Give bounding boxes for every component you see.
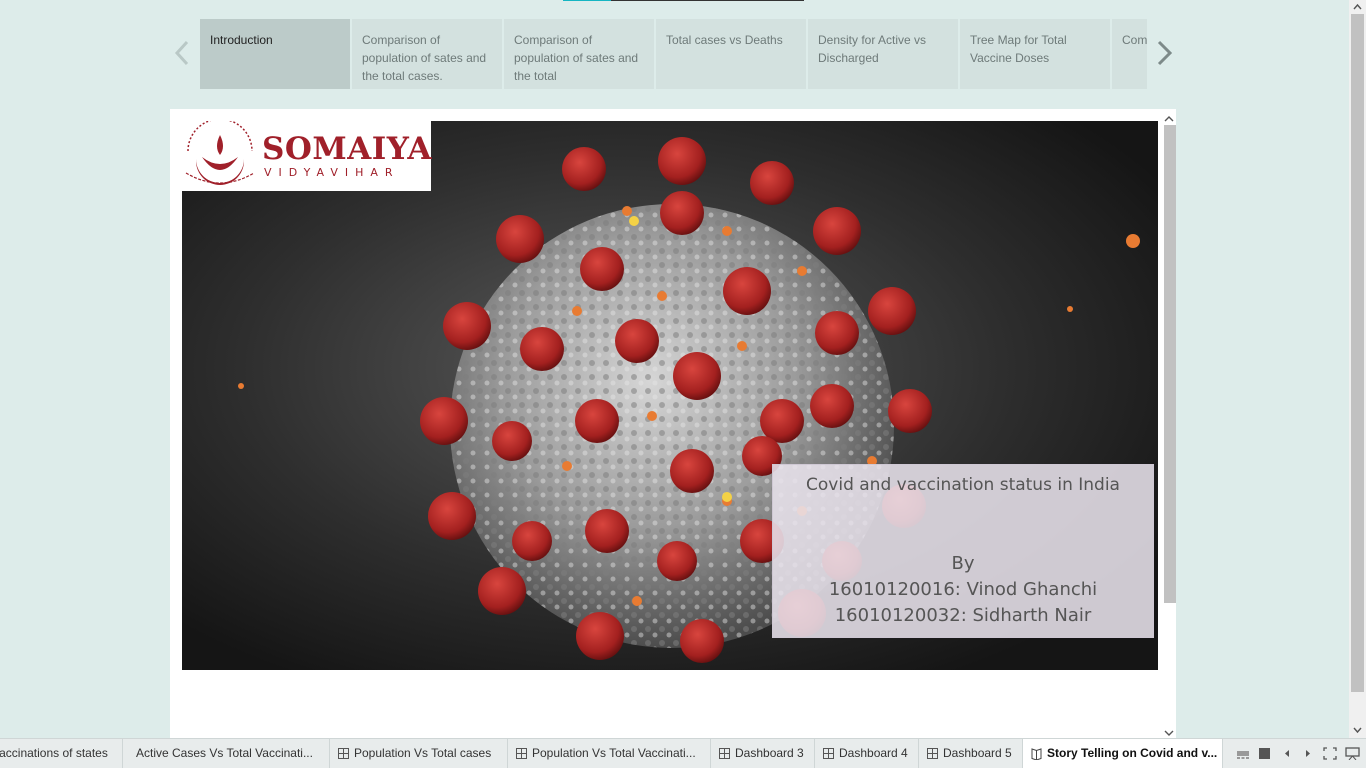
grid-icon	[338, 748, 349, 760]
sheet-tab-label: Dashboard 3	[735, 746, 804, 760]
sheet-tab-vaccinations-of-states[interactable]: Vaccinations of states	[0, 739, 123, 768]
sheet-tab-label: Story Telling on Covid and v...	[1047, 746, 1218, 760]
grid-icon	[823, 748, 834, 760]
window-scroll-thumb[interactable]	[1351, 14, 1364, 692]
sheet-tab-dashboard-3[interactable]: Dashboard 3	[711, 739, 815, 768]
sheet-tab-label: Dashboard 5	[943, 746, 1012, 760]
sheet-tab-population-vs-vaccinations[interactable]: Population Vs Total Vaccinati...	[508, 739, 711, 768]
chevron-left-icon	[174, 40, 189, 66]
story-tab-tree-map-vaccine-doses[interactable]: Tree Map for Total Vaccine Doses	[960, 19, 1110, 89]
window-scrollbar[interactable]	[1349, 0, 1366, 738]
story-tab-comparison-ratio[interactable]: Com ratio	[1112, 19, 1147, 89]
scroll-down-icon[interactable]	[1162, 728, 1176, 738]
sheet-tab-dashboard-4[interactable]: Dashboard 4	[815, 739, 919, 768]
filmstrip-view-icon[interactable]	[1236, 747, 1250, 760]
scroll-up-icon[interactable]	[1162, 114, 1176, 124]
story-next-button[interactable]	[1154, 36, 1176, 70]
story-tabs: Introduction Comparison of population of…	[200, 19, 1147, 89]
story-prev-button[interactable]	[172, 36, 194, 70]
sheet-tabs-bar: Vaccinations of states Active Cases Vs T…	[0, 738, 1366, 768]
dashboard-card: SOMAIYA VIDYAVIHAR Covid and vaccination…	[170, 109, 1176, 739]
sheet-tab-label: Dashboard 4	[839, 746, 908, 760]
coronavirus-hero-image: SOMAIYA VIDYAVIHAR Covid and vaccination…	[182, 121, 1158, 670]
grid-icon	[516, 748, 527, 760]
authors-by: By	[951, 553, 975, 574]
grid-icon	[927, 748, 938, 760]
fullscreen-icon[interactable]	[1323, 747, 1337, 760]
sheet-view-icon[interactable]	[1258, 747, 1271, 760]
story-tab-density-active-discharged[interactable]: Density for Active vs Discharged	[808, 19, 958, 89]
story-tab-population-vs-total[interactable]: Comparison of population of sates and th…	[504, 19, 654, 89]
sheet-tab-label: Population Vs Total Vaccinati...	[532, 746, 696, 760]
dashboard-scroll-thumb[interactable]	[1164, 125, 1176, 603]
title-text-box: Covid and vaccination status in India By…	[772, 464, 1154, 638]
sheet-tab-label: Population Vs Total cases	[354, 746, 492, 760]
author-2: 16010120032: Sidharth Nair	[834, 605, 1092, 626]
window-scroll-down-icon[interactable]	[1349, 724, 1366, 736]
top-accent-strip	[563, 0, 804, 1]
sheet-tab-label: Active Cases Vs Total Vaccinati...	[136, 746, 313, 760]
sheet-tab-story-telling[interactable]: Story Telling on Covid and v...	[1023, 739, 1223, 768]
somaiya-logo: SOMAIYA VIDYAVIHAR	[182, 121, 431, 191]
top-accent-teal	[563, 0, 611, 1]
book-icon	[1031, 748, 1042, 760]
sheet-tab-label: Vaccinations of states	[0, 746, 108, 760]
next-sheet-icon[interactable]	[1303, 747, 1313, 760]
window-scroll-up-icon[interactable]	[1349, 1, 1366, 13]
story-title: Covid and vaccination status in India	[806, 475, 1120, 495]
sheet-tab-dashboard-5[interactable]: Dashboard 5	[919, 739, 1023, 768]
story-tab-introduction[interactable]: Introduction	[200, 19, 350, 89]
grid-icon	[719, 748, 730, 760]
sheet-tab-population-vs-cases[interactable]: Population Vs Total cases	[330, 739, 508, 768]
story-tab-population-vs-cases[interactable]: Comparison of population of sates and th…	[352, 19, 502, 89]
somaiya-seal-icon	[185, 121, 255, 185]
sheet-tab-active-vs-vaccinations[interactable]: Active Cases Vs Total Vaccinati...	[128, 739, 330, 768]
author-1: 16010120016: Vinod Ghanchi	[828, 579, 1098, 600]
presentation-mode-icon[interactable]	[1345, 747, 1360, 760]
story-tab-cases-vs-deaths[interactable]: Total cases vs Deaths	[656, 19, 806, 89]
logo-subtitle: VIDYAVIHAR	[264, 166, 400, 179]
dashboard-scrollbar[interactable]	[1162, 112, 1176, 740]
previous-sheet-icon[interactable]	[1282, 747, 1292, 760]
logo-wordmark: SOMAIYA	[262, 131, 432, 167]
chevron-right-icon	[1157, 40, 1173, 66]
